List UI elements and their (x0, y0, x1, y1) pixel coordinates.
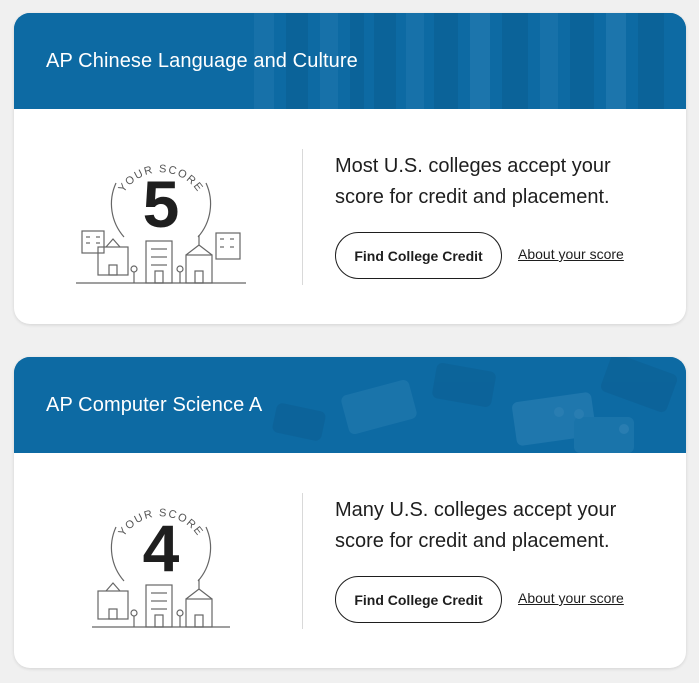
card-header: AP Chinese Language and Culture (14, 13, 686, 109)
card-body: YOUR SCORE (14, 453, 686, 668)
about-your-score-link[interactable]: About your score (518, 246, 624, 262)
score-card-ap-computer-science-a: AP Computer Science A YOUR SCORE 4 Many … (14, 357, 686, 668)
card-header: AP Computer Science A (14, 357, 686, 453)
course-title: AP Chinese Language and Culture (46, 50, 358, 72)
credit-message: Many U.S. colleges accept your score for… (335, 499, 617, 552)
find-college-credit-button[interactable]: Find College Credit (335, 576, 502, 623)
score-value: 5 (142, 167, 180, 241)
credit-message: Most U.S. colleges accept your score for… (335, 155, 611, 208)
find-college-credit-button[interactable]: Find College Credit (335, 232, 502, 279)
card-body: YOUR SCORE (14, 109, 686, 324)
course-title: AP Computer Science A (46, 394, 263, 416)
score-report-page: AP Chinese Language and Culture YOUR SCO… (0, 0, 699, 683)
divider (302, 493, 303, 629)
about-your-score-link[interactable]: About your score (518, 590, 624, 606)
score-value: 4 (142, 511, 180, 585)
score-card-ap-chinese: AP Chinese Language and Culture YOUR SCO… (14, 13, 686, 324)
divider (302, 149, 303, 285)
